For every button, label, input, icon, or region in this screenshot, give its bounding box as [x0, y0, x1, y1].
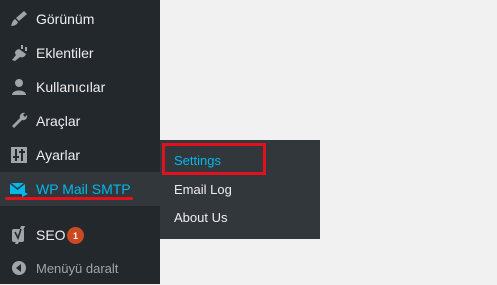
sidebar-item-wp-mail-smtp[interactable]: WP Mail SMTP	[0, 172, 160, 206]
submenu-pointer	[150, 181, 160, 199]
sidebar-item-label: Kullanıcılar	[36, 79, 106, 95]
sidebar-item-plugins[interactable]: Eklentiler	[0, 36, 160, 70]
sidebar-item-label: SEO	[36, 227, 66, 243]
settings-sliders-icon	[9, 145, 29, 165]
yoast-icon	[9, 225, 29, 245]
collapse-menu-button[interactable]: Menüyü daralt	[0, 251, 160, 285]
highlight-box	[162, 143, 266, 175]
sidebar-item-label: Araçlar	[36, 113, 81, 129]
wrench-icon	[9, 111, 29, 131]
sidebar-item-settings[interactable]: Ayarlar	[0, 138, 160, 172]
sidebar-item-users[interactable]: Kullanıcılar	[0, 70, 160, 104]
users-icon	[9, 77, 29, 97]
submenu-item-email-log[interactable]: Email Log	[174, 182, 232, 197]
collapse-arrow-icon	[9, 258, 29, 278]
sidebar-item-tools[interactable]: Araçlar	[0, 104, 160, 138]
sidebar-item-label: Eklentiler	[36, 45, 94, 61]
notification-badge: 1	[67, 227, 84, 244]
sidebar-item-label: WP Mail SMTP	[36, 181, 131, 197]
highlight-underline	[5, 197, 133, 200]
mail-send-icon	[9, 179, 29, 199]
admin-sidebar: Görünüm Eklentiler Kullanıcılar Araçlar …	[0, 0, 160, 284]
sidebar-item-label: Menüyü daralt	[36, 260, 119, 276]
submenu-item-about-us[interactable]: About Us	[174, 210, 227, 225]
plugin-icon	[9, 43, 29, 63]
sidebar-item-label: Ayarlar	[36, 147, 81, 163]
sidebar-item-seo[interactable]: SEO 1	[0, 218, 160, 252]
brush-icon	[9, 9, 29, 29]
sidebar-item-appearance[interactable]: Görünüm	[0, 2, 160, 36]
sidebar-item-label: Görünüm	[36, 11, 95, 27]
